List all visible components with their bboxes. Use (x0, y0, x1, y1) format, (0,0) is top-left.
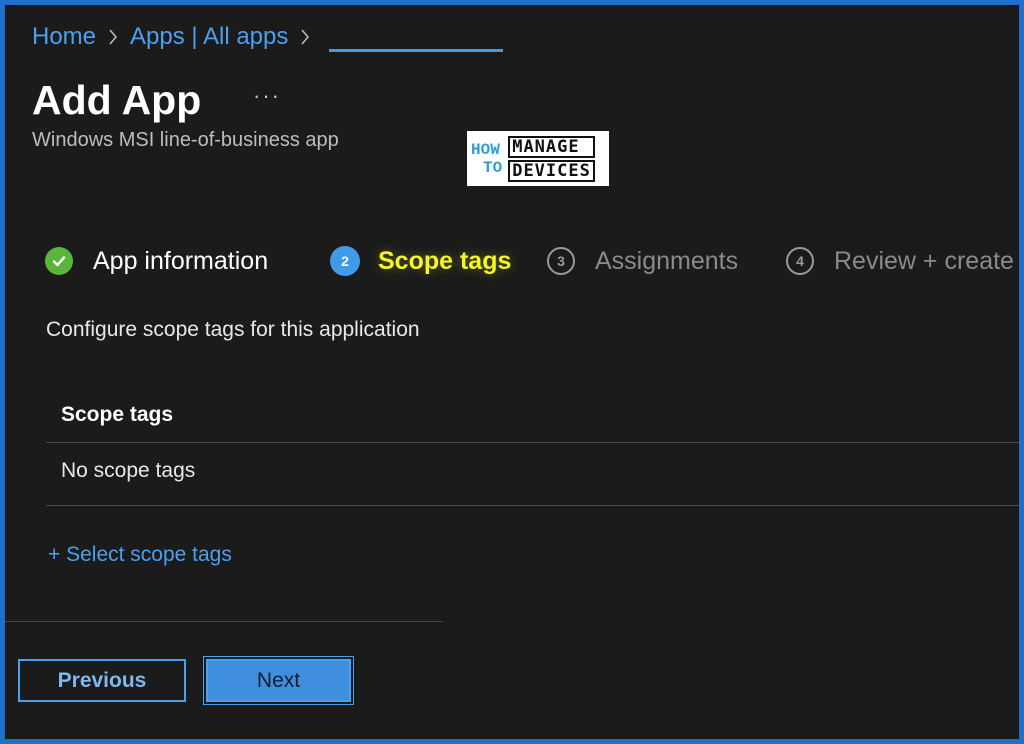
select-scope-tags-link[interactable]: + Select scope tags (48, 543, 232, 567)
breadcrumb-apps[interactable]: Apps | All apps (130, 23, 288, 51)
step-scope-tags[interactable]: 2 Scope tags (330, 241, 511, 281)
step-label: Assignments (595, 246, 739, 275)
app-frame: Home Apps | All apps Add App ··· Windows… (0, 0, 1024, 744)
step-label: Scope tags (378, 246, 512, 275)
step-review-create[interactable]: 4 Review + create (786, 241, 1014, 281)
step-label: Review + create (834, 246, 1014, 275)
scope-tags-table-header: Scope tags (61, 403, 174, 426)
page-title: Add App (32, 77, 202, 123)
section-description: Configure scope tags for this applicatio… (46, 318, 420, 341)
step-number: 3 (547, 247, 575, 275)
logo-text-to: TO (483, 158, 503, 177)
chevron-right-icon (300, 28, 310, 46)
checkmark-icon (45, 247, 73, 275)
scope-tags-empty-row: No scope tags (61, 459, 196, 482)
logo-text-how: HOW (471, 140, 500, 159)
breadcrumb: Home Apps | All apps (32, 23, 322, 51)
previous-button[interactable]: Previous (18, 659, 186, 702)
table-header-divider (46, 442, 1019, 443)
step-label: App information (93, 246, 269, 275)
footer-divider (5, 621, 443, 622)
page-subtitle: Windows MSI line-of-business app (32, 129, 339, 151)
howtomanagedevices-logo: HOW TO MANAGE DEVICES (467, 131, 609, 186)
step-assignments[interactable]: 3 Assignments (547, 241, 738, 281)
active-step-underline (329, 49, 503, 52)
next-button[interactable]: Next (203, 656, 354, 705)
logo-text-devices: DEVICES (508, 159, 595, 182)
chevron-right-icon (108, 28, 118, 46)
step-number: 4 (786, 247, 814, 275)
more-options-button[interactable]: ··· (253, 83, 281, 109)
breadcrumb-home[interactable]: Home (32, 23, 96, 51)
logo-text-manage: MANAGE (508, 135, 595, 158)
table-row-divider (46, 505, 1019, 506)
step-app-information[interactable]: App information (45, 241, 268, 281)
step-number: 2 (330, 246, 360, 276)
wizard-steps: App information 2 Scope tags 3 Assignmen… (45, 241, 1019, 293)
